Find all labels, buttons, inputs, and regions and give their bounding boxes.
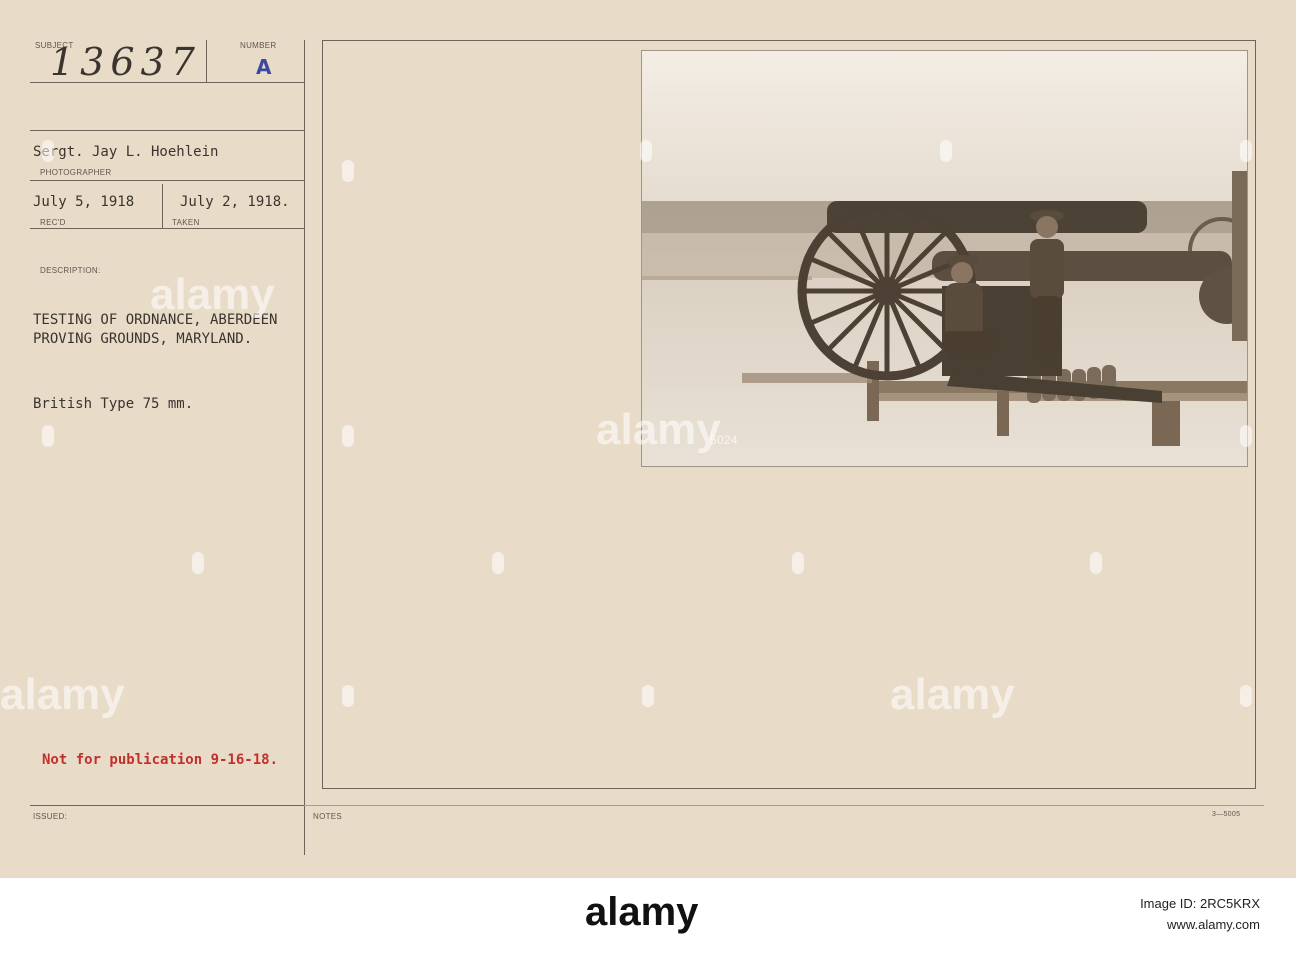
taken-label: TAKEN <box>172 218 200 227</box>
number-value: A <box>256 55 272 79</box>
right-frame-bottom-border <box>322 788 1256 789</box>
publication-stamp: Not for publication 9-16-18. <box>42 752 279 768</box>
watermark-dot <box>342 425 354 447</box>
right-frame-top-border <box>322 40 1256 41</box>
description-line-3: British Type 75 mm. <box>33 396 194 412</box>
watermark-dot <box>42 425 54 447</box>
watermark-dot <box>940 140 952 162</box>
watermark-dot <box>642 685 654 707</box>
watermark-dot <box>1240 425 1252 447</box>
rule-bottom-right <box>304 805 1264 806</box>
taken-date: July 2, 1918. <box>180 194 290 210</box>
watermark-dot <box>1090 552 1102 574</box>
rule-bottom-left <box>30 805 304 806</box>
received-label: REC'D <box>40 218 66 227</box>
watermark-dot <box>42 140 54 162</box>
dates-divider <box>162 184 163 228</box>
received-date: July 5, 1918 <box>33 194 135 210</box>
watermark-center-1: alamy <box>150 270 275 319</box>
rule-header <box>30 130 304 131</box>
watermark-center-3: alamy <box>890 670 1015 719</box>
watermark-dot <box>792 552 804 574</box>
rule-dates <box>30 228 304 229</box>
watermark-center-2: alamy <box>596 405 721 454</box>
photographer-label: PHOTOGRAPHER <box>40 168 112 177</box>
watermark-dot <box>1240 140 1252 162</box>
form-code: 3—5005 <box>1212 811 1241 818</box>
photo-scene <box>642 51 1247 466</box>
watermark-dot <box>492 552 504 574</box>
right-frame-right-border <box>1255 40 1256 788</box>
alamy-logo[interactable]: alamy <box>585 890 698 935</box>
description-line-2: PROVING GROUNDS, MARYLAND. <box>33 331 253 347</box>
site-url[interactable]: www.alamy.com <box>1140 914 1260 935</box>
archive-card: SUBJECT 13637 NUMBER A Sergt. Jay L. Hoe… <box>0 0 1296 878</box>
photographer-name: Sergt. Jay L. Hoehlein <box>33 144 219 160</box>
issued-label: ISSUED: <box>33 812 68 821</box>
notes-label: NOTES <box>313 812 343 821</box>
image-id: Image ID: 2RC5KRX <box>1140 896 1260 911</box>
number-label: NUMBER <box>240 41 277 50</box>
rule-photographer <box>30 180 304 181</box>
watermark-dot <box>342 160 354 182</box>
watermark-dot <box>192 552 204 574</box>
right-frame-left-border <box>322 40 323 788</box>
watermark-dot <box>342 685 354 707</box>
watermark-dot <box>640 140 652 162</box>
watermark-left: alamy <box>0 670 125 719</box>
image-id-block: Image ID: 2RC5KRX www.alamy.com <box>1140 893 1260 935</box>
subject-number-divider <box>206 40 207 82</box>
left-column-divider <box>304 40 305 855</box>
watermark-dot <box>1240 685 1252 707</box>
artillery-photograph: 5024 <box>641 50 1248 467</box>
subject-number: 13637 <box>50 40 201 84</box>
description-label: DESCRIPTION: <box>40 266 101 275</box>
